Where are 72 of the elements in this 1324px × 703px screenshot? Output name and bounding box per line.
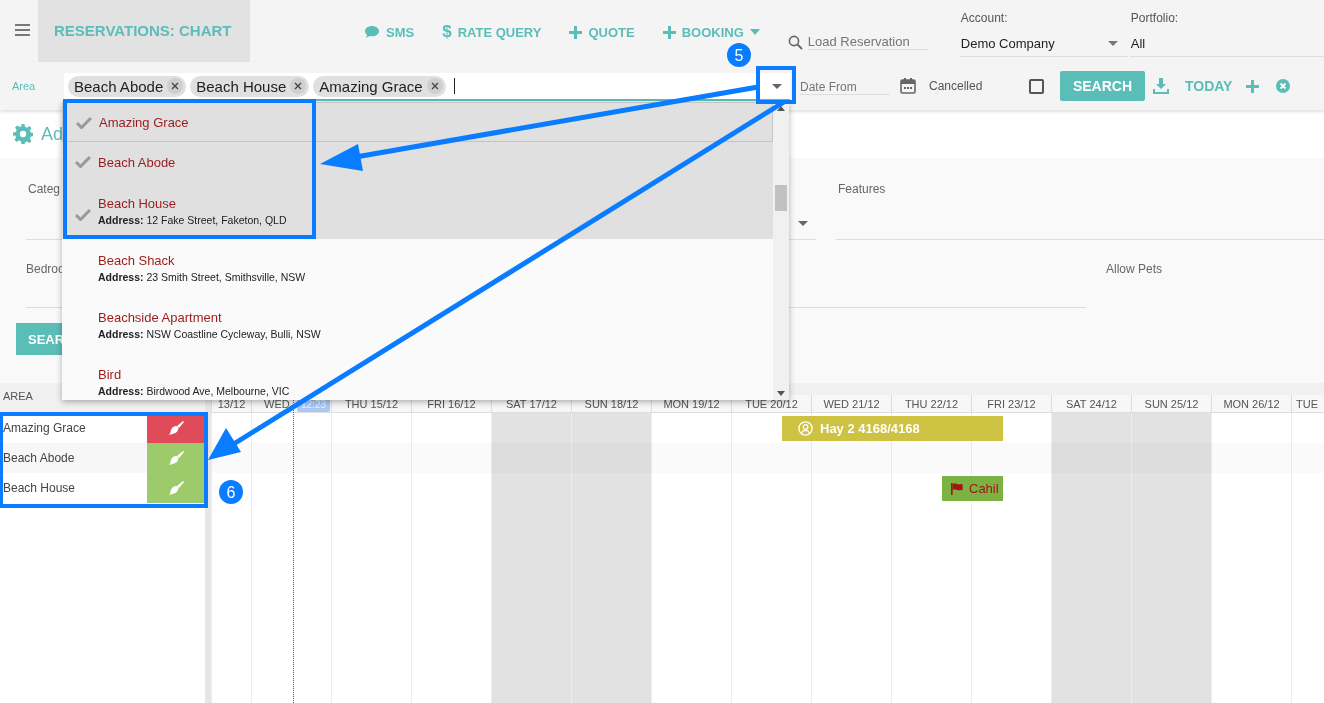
scroll-up-icon[interactable] — [777, 106, 785, 111]
chat-bubble-icon — [364, 25, 380, 39]
day-header: THU 15/12 — [344, 398, 399, 410]
day-header: MON 26/12 — [1223, 398, 1280, 410]
field-label: Area — [12, 80, 37, 92]
check-icon — [76, 117, 92, 129]
day-header: THU 22/12 — [904, 398, 959, 410]
close-icon[interactable] — [167, 78, 184, 94]
dollar-icon: $ — [442, 22, 452, 42]
field-label: Allow Pets — [1106, 262, 1163, 276]
plus-icon — [569, 25, 583, 39]
day-header: WED — [264, 398, 290, 410]
highlight-box — [756, 66, 796, 104]
user-icon — [798, 421, 813, 436]
area-name: Beach House — [2, 480, 77, 497]
dropdown-option[interactable]: Beach Shack Address: 23 Smith Street, Smithsville, NSW — [62, 239, 773, 296]
page-title: RESERVATIONS: CHART — [38, 0, 250, 62]
field-label: Portfolio: — [1129, 11, 1180, 25]
area-chip[interactable]: Amazing Grace — [313, 75, 446, 97]
caret-icon[interactable] — [798, 221, 808, 226]
close-icon[interactable] — [290, 78, 307, 94]
field-label: Account: — [959, 11, 1009, 25]
text-cursor — [453, 78, 455, 94]
flag-icon — [951, 482, 965, 495]
gear-icon — [13, 124, 33, 144]
day-header: SUN 18/12 — [584, 398, 639, 410]
account-select[interactable]: Demo Company — [959, 36, 1128, 57]
check-icon — [75, 209, 91, 221]
day-header: MON 19/12 — [663, 398, 720, 410]
search-icon — [787, 34, 803, 50]
day-header: 13/12 — [217, 398, 246, 410]
dropdown-option[interactable]: Amazing Grace — [62, 102, 773, 142]
brush-icon — [167, 451, 184, 465]
day-header: WED 21/12 — [823, 398, 880, 410]
status-cell[interactable] — [146, 443, 205, 473]
step-badge: 5 — [727, 43, 751, 67]
area-name: Beach Abode — [2, 450, 76, 467]
brush-icon — [167, 421, 184, 435]
caret-icon[interactable] — [772, 84, 782, 89]
day-header: TUE 20/12 — [745, 398, 798, 410]
field-label: Categ — [28, 182, 61, 196]
area-name: Amazing Grace — [2, 420, 87, 437]
check-icon — [75, 156, 91, 168]
checkbox-label: Cancelled — [929, 79, 984, 93]
area-chip[interactable]: Beach House — [190, 75, 310, 97]
field-label: Features — [838, 182, 886, 196]
dropdown-option[interactable]: Beach House Address: 12 Fake Street, Faketon, QLD — [62, 182, 773, 239]
area-select[interactable]: Beach Abode Beach House Amazing Grace — [64, 73, 790, 101]
checkbox[interactable] — [1029, 78, 1044, 94]
day-header: SAT 17/12 — [506, 398, 557, 410]
scrollbar-thumb[interactable] — [775, 185, 787, 211]
day-header: SAT 24/12 — [1066, 398, 1117, 410]
portfolio-select[interactable]: All — [1129, 36, 1324, 57]
date-field[interactable]: Date From — [800, 80, 890, 95]
brush-icon — [167, 481, 184, 495]
search-field[interactable]: Load Reservation — [807, 34, 928, 50]
area-chip[interactable]: Beach Abode — [68, 75, 187, 97]
caret-icon — [1107, 41, 1118, 46]
calendar-icon[interactable] — [900, 78, 916, 94]
day-header: SUN 25/12 — [1144, 398, 1199, 410]
menu-icon[interactable] — [15, 24, 30, 36]
scrollbar[interactable] — [773, 102, 789, 400]
day-header: TUE — [1296, 398, 1318, 410]
close-icon[interactable] — [426, 78, 443, 94]
day-header: FRI 16/12 — [427, 398, 476, 410]
status-cell[interactable] — [146, 473, 205, 503]
dropdown-option[interactable]: Beach Abode — [62, 142, 773, 182]
section-title: Ad — [41, 123, 64, 145]
booking-bar[interactable]: Cahil — [942, 476, 1003, 501]
step-badge: 6 — [219, 480, 243, 504]
day-header: FRI 23/12 — [987, 398, 1036, 410]
plus-icon — [662, 25, 676, 39]
